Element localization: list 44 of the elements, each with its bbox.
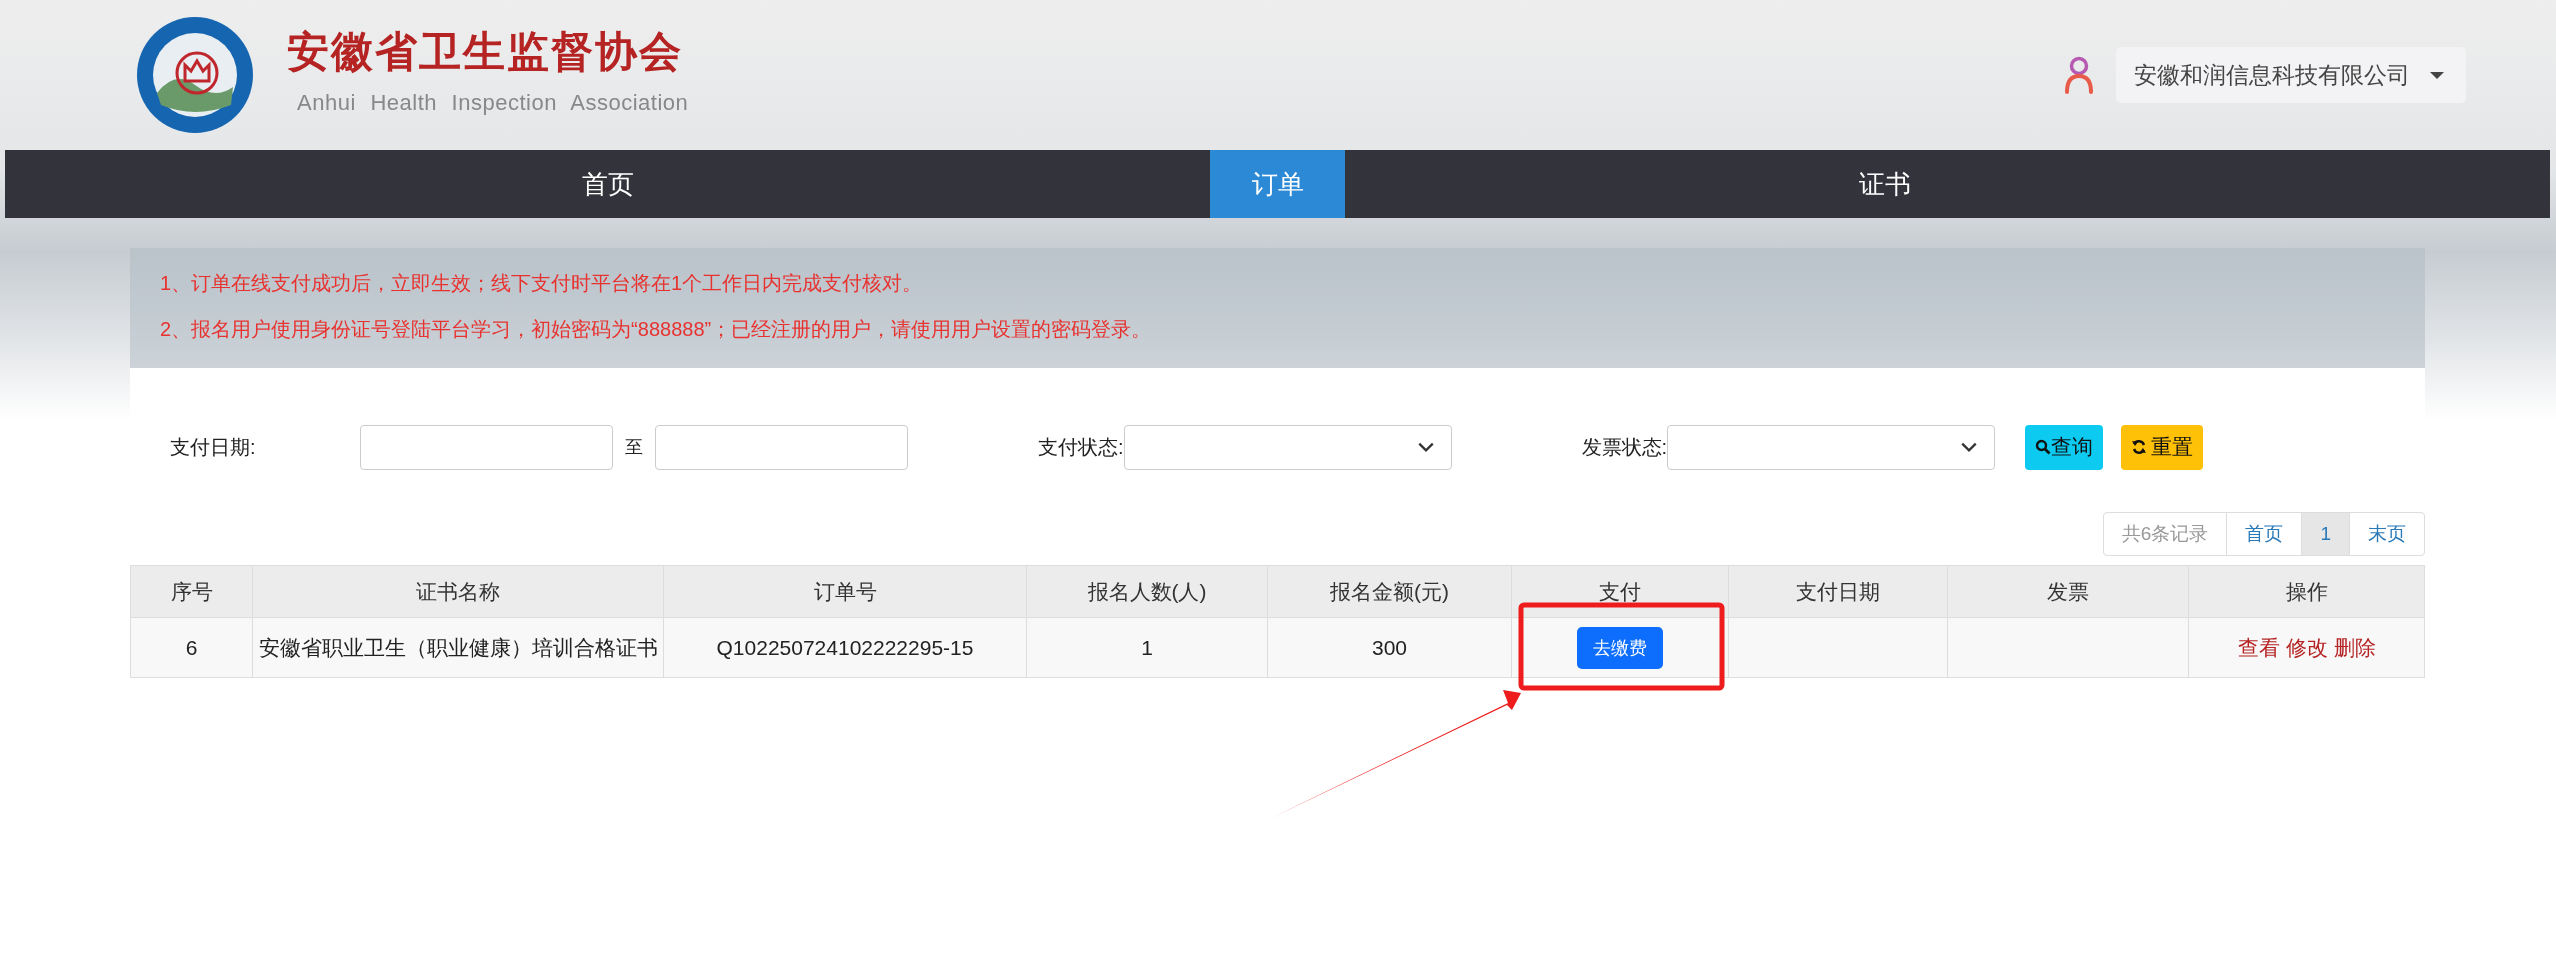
notice-text: 2、报名用户使用身份证号登陆平台学习，初始密码为“888888”；已经注册的用户，请使用用户设置的密码登录。 xyxy=(160,317,1153,342)
pay-button[interactable]: 去缴费 xyxy=(1577,626,1663,669)
nav-tab[interactable]: 证书 xyxy=(1345,150,2425,218)
filter-label: 发票状态: xyxy=(1581,434,1668,460)
page-link[interactable]: 1 xyxy=(2301,513,2349,555)
column-header: 支付 xyxy=(1511,565,1729,618)
payment-status-select[interactable] xyxy=(1123,424,1452,470)
column-header: 订单号 xyxy=(663,565,1027,618)
column-header: 支付日期 xyxy=(1728,565,1948,618)
refresh-icon xyxy=(2131,439,2148,455)
page-link[interactable]: 末页 xyxy=(2349,513,2424,555)
user-icon xyxy=(2064,56,2094,94)
table-cell: 安徽省职业卫生（职业健康）培训合格证书 xyxy=(252,617,664,678)
column-header: 证书名称 xyxy=(252,565,664,618)
notice-text: 1、订单在线支付成功后，立即生效；线下支付时平台将在1个工作日内完成支付核对。 xyxy=(160,271,924,296)
site-title: 安徽省卫生监督协会 xyxy=(287,27,684,77)
action-link[interactable]: 查看 xyxy=(2237,635,2280,659)
column-header: 操作 xyxy=(2188,565,2425,618)
reset-button[interactable]: 重置 xyxy=(2121,424,2204,470)
column-header: 序号 xyxy=(130,565,253,618)
user-dropdown[interactable]: 安徽和润信息科技有限公司 xyxy=(2116,47,2466,103)
search-icon xyxy=(2035,439,2052,455)
table-cell: 300 xyxy=(1267,617,1512,678)
column-header: 发票 xyxy=(1947,565,2189,618)
filter-label: 支付状态: xyxy=(1038,434,1124,460)
invoice-status-select[interactable] xyxy=(1667,424,1996,470)
nav-tab[interactable]: 订单 xyxy=(1210,150,1345,218)
caret-icon xyxy=(2430,71,2444,79)
association-logo-icon xyxy=(135,15,255,135)
table-cell: 1 xyxy=(1026,617,1268,678)
filter-label: 支付日期: xyxy=(170,434,257,460)
date-from-field[interactable] xyxy=(360,424,613,470)
nav-tab[interactable]: 首页 xyxy=(5,150,1210,218)
table-cell: Q102250724102222295-15 xyxy=(663,617,1027,678)
action-link[interactable]: 删除 xyxy=(2333,635,2376,659)
action-link[interactable]: 修改 xyxy=(2285,635,2328,659)
range-separator: 至 xyxy=(625,436,643,459)
column-header: 报名人数(人) xyxy=(1026,565,1268,618)
site-subtitle: Anhui Health Inspection Association xyxy=(297,90,689,116)
search-button[interactable]: 查询 xyxy=(2025,424,2104,470)
table-cell: 6 xyxy=(130,617,253,678)
column-header: 报名金额(元) xyxy=(1267,565,1512,618)
date-to-field[interactable] xyxy=(655,424,908,470)
record-count: 共6条记录 xyxy=(2120,522,2210,546)
